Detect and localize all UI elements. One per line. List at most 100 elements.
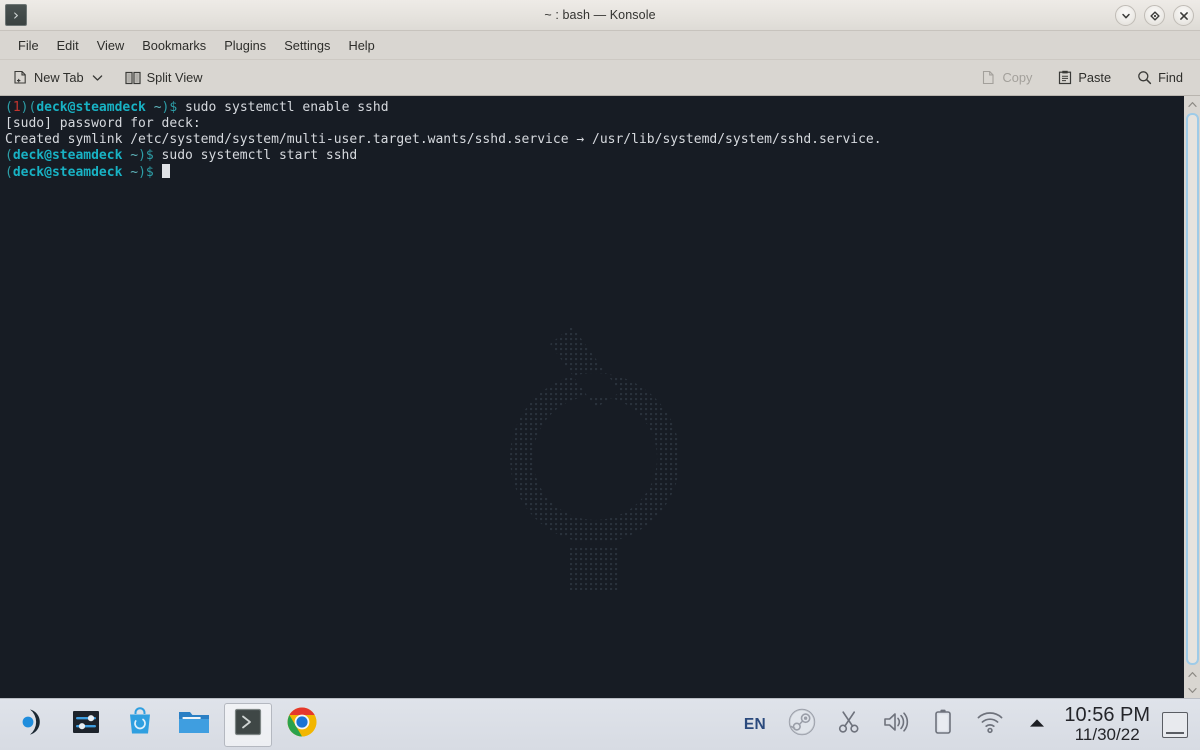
konsole-prompt-icon (5, 4, 27, 26)
window-titlebar[interactable]: ~ : bash — Konsole (0, 0, 1200, 31)
scrollbar-thumb[interactable] (1185, 113, 1199, 665)
menu-help[interactable]: Help (339, 34, 383, 57)
new-tab-icon (13, 70, 28, 85)
menu-bookmarks[interactable]: Bookmarks (133, 34, 215, 57)
file-manager-icon (178, 708, 210, 741)
terminal-text: ~ (130, 165, 139, 180)
scrollbar-track[interactable] (1184, 112, 1200, 666)
terminal-line: Created symlink /etc/systemd/system/mult… (5, 132, 1183, 148)
minimize-button[interactable] (1115, 5, 1136, 26)
tray-network[interactable] (966, 702, 1013, 748)
tray-keyboard-label: EN (743, 715, 766, 733)
window-controls (1115, 0, 1194, 31)
terminal-line: (1)(deck@steamdeck ~)$ sudo systemctl en… (5, 100, 1183, 116)
scroll-down-stepper-icon[interactable] (1184, 682, 1200, 698)
konsole-watermark-icon (510, 326, 680, 590)
terminal-cursor (161, 164, 170, 178)
copy-button[interactable]: Copy (978, 67, 1036, 88)
terminal-area: (1)(deck@steamdeck ~)$ sudo systemctl en… (0, 96, 1200, 698)
terminal-text: ~ (153, 100, 162, 115)
battery-icon (932, 708, 954, 741)
toolbar: New Tab Split View Copy Paste Find (0, 60, 1200, 96)
terminal-text: sudo systemctl start sshd (153, 148, 358, 163)
tray-steam[interactable] (778, 702, 825, 748)
terminal-text: Created symlink /etc/systemd/system/mult… (5, 132, 882, 147)
maximize-button[interactable] (1144, 5, 1165, 26)
tray-battery[interactable] (919, 702, 966, 748)
taskbar-item-files[interactable] (170, 703, 218, 747)
terminal-text: deck@steamdeck (12, 165, 123, 180)
triangle-up-icon (1028, 716, 1046, 734)
scroll-up-stepper-icon[interactable] (1184, 666, 1200, 682)
tray-keyboard-layout[interactable]: EN (731, 702, 778, 748)
menubar: File Edit View Bookmarks Plugins Setting… (0, 31, 1200, 60)
tray-expand[interactable] (1013, 702, 1060, 748)
tray-volume[interactable] (872, 702, 919, 748)
split-view-button[interactable]: Split View (121, 67, 207, 88)
terminal-line: (deck@steamdeck ~)$ sudo systemctl start… (5, 148, 1183, 164)
terminal-text: )( (20, 100, 37, 115)
paste-icon (1058, 70, 1072, 85)
system-settings-icon (71, 707, 101, 742)
taskbar-item-chrome[interactable] (278, 703, 326, 747)
taskbar: EN 10:56 PM 11/30/22 (0, 698, 1200, 750)
chevron-down-icon[interactable] (92, 74, 103, 82)
menu-settings[interactable]: Settings (275, 34, 339, 57)
chrome-icon (286, 706, 318, 743)
clock-date: 11/30/22 (1074, 725, 1140, 745)
taskbar-item-launcher[interactable] (8, 703, 56, 747)
terminal-text: deck@steamdeck (12, 148, 123, 163)
split-view-label: Split View (146, 70, 203, 85)
copy-icon (982, 70, 996, 85)
find-button[interactable]: Find (1133, 67, 1187, 88)
terminal-output[interactable]: (1)(deck@steamdeck ~)$ sudo systemctl en… (0, 96, 1183, 698)
terminal-text: )$ (138, 165, 154, 180)
find-label: Find (1158, 70, 1183, 85)
menu-file[interactable]: File (9, 34, 48, 57)
terminal-scrollbar[interactable] (1183, 96, 1200, 698)
terminal-text: ( (5, 165, 13, 180)
search-icon (1137, 70, 1152, 85)
konsole-icon (233, 707, 263, 742)
terminal-text: ~ (130, 148, 139, 163)
show-desktop-button[interactable] (1162, 711, 1188, 738)
menu-view[interactable]: View (88, 34, 134, 57)
discover-store-icon (125, 707, 155, 742)
taskbar-item-konsole[interactable] (224, 702, 272, 747)
paste-button[interactable]: Paste (1054, 67, 1115, 88)
menu-edit[interactable]: Edit (48, 34, 88, 57)
terminal-text: ( (5, 100, 13, 115)
terminal-line: (deck@steamdeck ~)$ (5, 164, 1183, 181)
menu-plugins[interactable]: Plugins (215, 34, 275, 57)
new-tab-label: New Tab (34, 70, 84, 85)
speaker-icon (882, 709, 910, 740)
terminal-text: )$ (161, 100, 178, 115)
taskbar-items (0, 702, 326, 747)
scroll-up-arrow-icon[interactable] (1184, 96, 1200, 112)
terminal-text: deck@steamdeck (36, 100, 146, 115)
wifi-icon (976, 710, 1004, 739)
terminal-text: ( (5, 148, 13, 163)
close-button[interactable] (1173, 5, 1194, 26)
terminal-text: [sudo] password for deck: (5, 116, 201, 131)
terminal-line: [sudo] password for deck: (5, 116, 1183, 132)
window-title: ~ : bash — Konsole (544, 8, 656, 22)
clock[interactable]: 10:56 PM 11/30/22 (1060, 705, 1158, 744)
steam-icon (788, 708, 816, 741)
taskbar-item-settings[interactable] (62, 703, 110, 747)
scissors-icon (836, 709, 862, 740)
clock-time: 10:56 PM (1064, 704, 1150, 727)
scrollbar-steppers (1184, 666, 1200, 698)
taskbar-item-discover[interactable] (116, 703, 164, 747)
tray-clipboard[interactable] (825, 702, 872, 748)
konsole-window: ~ : bash — Konsole File Edit View Bookma… (0, 0, 1200, 698)
kde-launcher-icon (17, 707, 47, 742)
terminal-lines: (1)(deck@steamdeck ~)$ sudo systemctl en… (2, 100, 1183, 181)
terminal-text: )$ (138, 148, 154, 163)
terminal-text: 1 (12, 100, 21, 115)
new-tab-button[interactable]: New Tab (9, 67, 107, 88)
copy-label: Copy (1002, 70, 1033, 85)
split-view-icon (124, 71, 141, 85)
